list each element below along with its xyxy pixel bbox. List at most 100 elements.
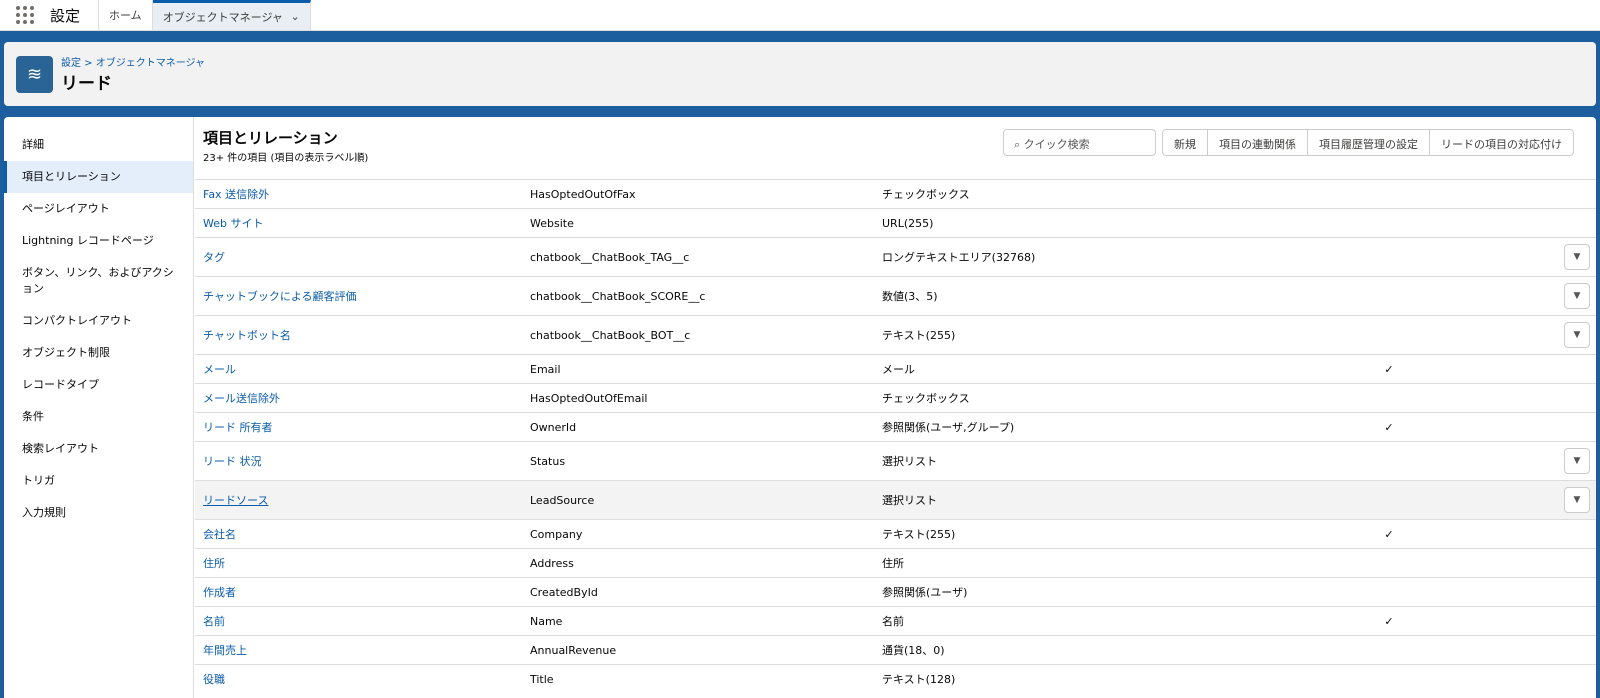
field-label-link[interactable]: チャットボット名 (195, 315, 522, 355)
row-actions-dropdown[interactable]: ▼ (1564, 322, 1590, 348)
actions-cell (1474, 354, 1596, 384)
actions-cell: ▼ (1474, 480, 1596, 520)
breadcrumb[interactable]: 設定 > オブジェクトマネージャ (61, 54, 205, 69)
field-api-name: LeadSource (522, 480, 874, 520)
sidebar-item[interactable]: ボタン、リンク、およびアクション (4, 257, 193, 305)
actions-cell: ▼ (1474, 276, 1596, 316)
field-label-link[interactable]: リード 状況 (195, 441, 522, 481)
field-type: 通貨(18、0) (874, 635, 1304, 665)
field-label-link[interactable]: 会社名 (195, 519, 522, 549)
tab-home[interactable]: ホーム (99, 0, 153, 30)
field-label-link[interactable]: 役職 (195, 664, 522, 694)
field-label-link[interactable]: 名前 (195, 606, 522, 636)
field-label-link[interactable]: メール (195, 354, 522, 384)
indexed-cell (1304, 208, 1474, 238)
field-label-link[interactable]: 住所 (195, 548, 522, 578)
table-row: 住所 Address 住所 (195, 548, 1596, 578)
field-api-name: Title (522, 664, 874, 694)
row-actions-dropdown[interactable]: ▼ (1564, 283, 1590, 309)
field-type: 選択リスト (874, 480, 1304, 520)
table-row: リード 所有者 OwnerId 参照関係(ユーザ,グループ) ✓ (195, 412, 1596, 442)
field-label-link[interactable]: タグ (195, 237, 522, 277)
field-api-name: chatbook__ChatBook_SCORE__c (522, 276, 874, 316)
field-type: テキスト(255) (874, 519, 1304, 549)
row-actions-dropdown[interactable]: ▼ (1564, 244, 1590, 270)
sidebar-item[interactable]: 入力規則 (4, 497, 193, 529)
indexed-cell (1304, 383, 1474, 413)
field-api-name: AnnualRevenue (522, 635, 874, 665)
indexed-cell (1304, 179, 1474, 209)
field-api-name: chatbook__ChatBook_TAG__c (522, 237, 874, 277)
search-placeholder: クイック検索 (1023, 138, 1090, 151)
actions-cell (1474, 577, 1596, 607)
actions-cell: ▼ (1474, 441, 1596, 481)
sidebar-item[interactable]: 項目とリレーション (4, 161, 193, 193)
field-type: テキスト(128) (874, 664, 1304, 694)
table-row: メール送信除外 HasOptedOutOfEmail チェックボックス (195, 383, 1596, 413)
field-api-name: Address (522, 548, 874, 578)
actions-cell (1474, 635, 1596, 665)
field-label-link[interactable]: メール送信除外 (195, 383, 522, 413)
field-label-link[interactable]: 作成者 (195, 577, 522, 607)
indexed-cell (1304, 315, 1474, 355)
field-api-name: chatbook__ChatBook_BOT__c (522, 315, 874, 355)
map-lead-fields-button[interactable]: リードの項目の対応付け (1430, 130, 1573, 155)
field-api-name: Name (522, 606, 874, 636)
search-icon: ⌕ (1014, 138, 1024, 151)
sidebar-item[interactable]: トリガ (4, 465, 193, 497)
table-row: 名前 Name 名前 ✓ (195, 606, 1596, 636)
tab-object-manager[interactable]: オブジェクトマネージャ ⌄ (152, 0, 311, 30)
table-row: 作成者 CreatedById 参照関係(ユーザ) (195, 577, 1596, 607)
new-button[interactable]: 新規 (1163, 130, 1208, 155)
field-label-link[interactable]: リードソース (195, 480, 522, 520)
indexed-cell: ✓ (1304, 519, 1474, 549)
table-row: リードソース LeadSource 選択リスト ▼ (195, 480, 1596, 520)
actions-cell (1474, 412, 1596, 442)
actions-cell (1474, 664, 1596, 694)
field-label-link[interactable]: Fax 送信除外 (195, 179, 522, 209)
app-name: 設定 (50, 0, 100, 30)
row-actions-dropdown[interactable]: ▼ (1564, 448, 1590, 474)
section-title: 項目とリレーション (203, 129, 338, 147)
sidebar-item[interactable]: レコードタイプ (4, 369, 193, 401)
field-api-name: OwnerId (522, 412, 874, 442)
field-type: 名前 (874, 606, 1304, 636)
sidebar-item[interactable]: Lightning レコードページ (4, 225, 193, 257)
indexed-cell: ✓ (1304, 354, 1474, 384)
sidebar-item[interactable]: 詳細 (4, 129, 193, 161)
sidebar-item[interactable]: オブジェクト制限 (4, 337, 193, 369)
indexed-cell (1304, 276, 1474, 316)
chevron-down-icon[interactable]: ⌄ (290, 10, 299, 23)
sidebar-item[interactable]: 検索レイアウト (4, 433, 193, 465)
field-type: チェックボックス (874, 383, 1304, 413)
sidebar-item[interactable]: コンパクトレイアウト (4, 305, 193, 337)
field-type: 選択リスト (874, 441, 1304, 481)
indexed-cell: ✓ (1304, 412, 1474, 442)
actions-cell: ▼ (1474, 315, 1596, 355)
sidebar-item[interactable]: 条件 (4, 401, 193, 433)
row-actions-dropdown[interactable]: ▼ (1564, 487, 1590, 513)
table-row: メール Email メール ✓ (195, 354, 1596, 384)
field-label-link[interactable]: チャットブックによる顧客評価 (195, 276, 522, 316)
field-api-name: Email (522, 354, 874, 384)
actions-cell (1474, 179, 1596, 209)
app-launcher[interactable] (0, 0, 50, 30)
field-label-link[interactable]: リード 所有者 (195, 412, 522, 442)
indexed-cell (1304, 441, 1474, 481)
actions-cell (1474, 383, 1596, 413)
quick-search-input[interactable]: ⌕ クイック検索 (1003, 129, 1156, 156)
sidebar: 詳細 項目とリレーション ページレイアウト Lightning レコードページ ボタン、… (4, 117, 194, 698)
table-row: 会社名 Company テキスト(255) ✓ (195, 519, 1596, 549)
sidebar-item[interactable]: ページレイアウト (4, 193, 193, 225)
field-label-link[interactable]: 年間売上 (195, 635, 522, 665)
actions-cell: ▼ (1474, 237, 1596, 277)
field-dependencies-button[interactable]: 項目の連動関係 (1208, 130, 1308, 155)
table-row: チャットブックによる顧客評価 chatbook__ChatBook_SCORE__… (195, 276, 1596, 316)
field-type: 数値(3、5) (874, 276, 1304, 316)
field-type: URL(255) (874, 208, 1304, 238)
indexed-cell (1304, 635, 1474, 665)
field-type: 参照関係(ユーザ) (874, 577, 1304, 607)
layers-icon: ≋ (16, 55, 53, 93)
field-history-button[interactable]: 項目履歴管理の設定 (1308, 130, 1430, 155)
field-label-link[interactable]: Web サイト (195, 208, 522, 238)
